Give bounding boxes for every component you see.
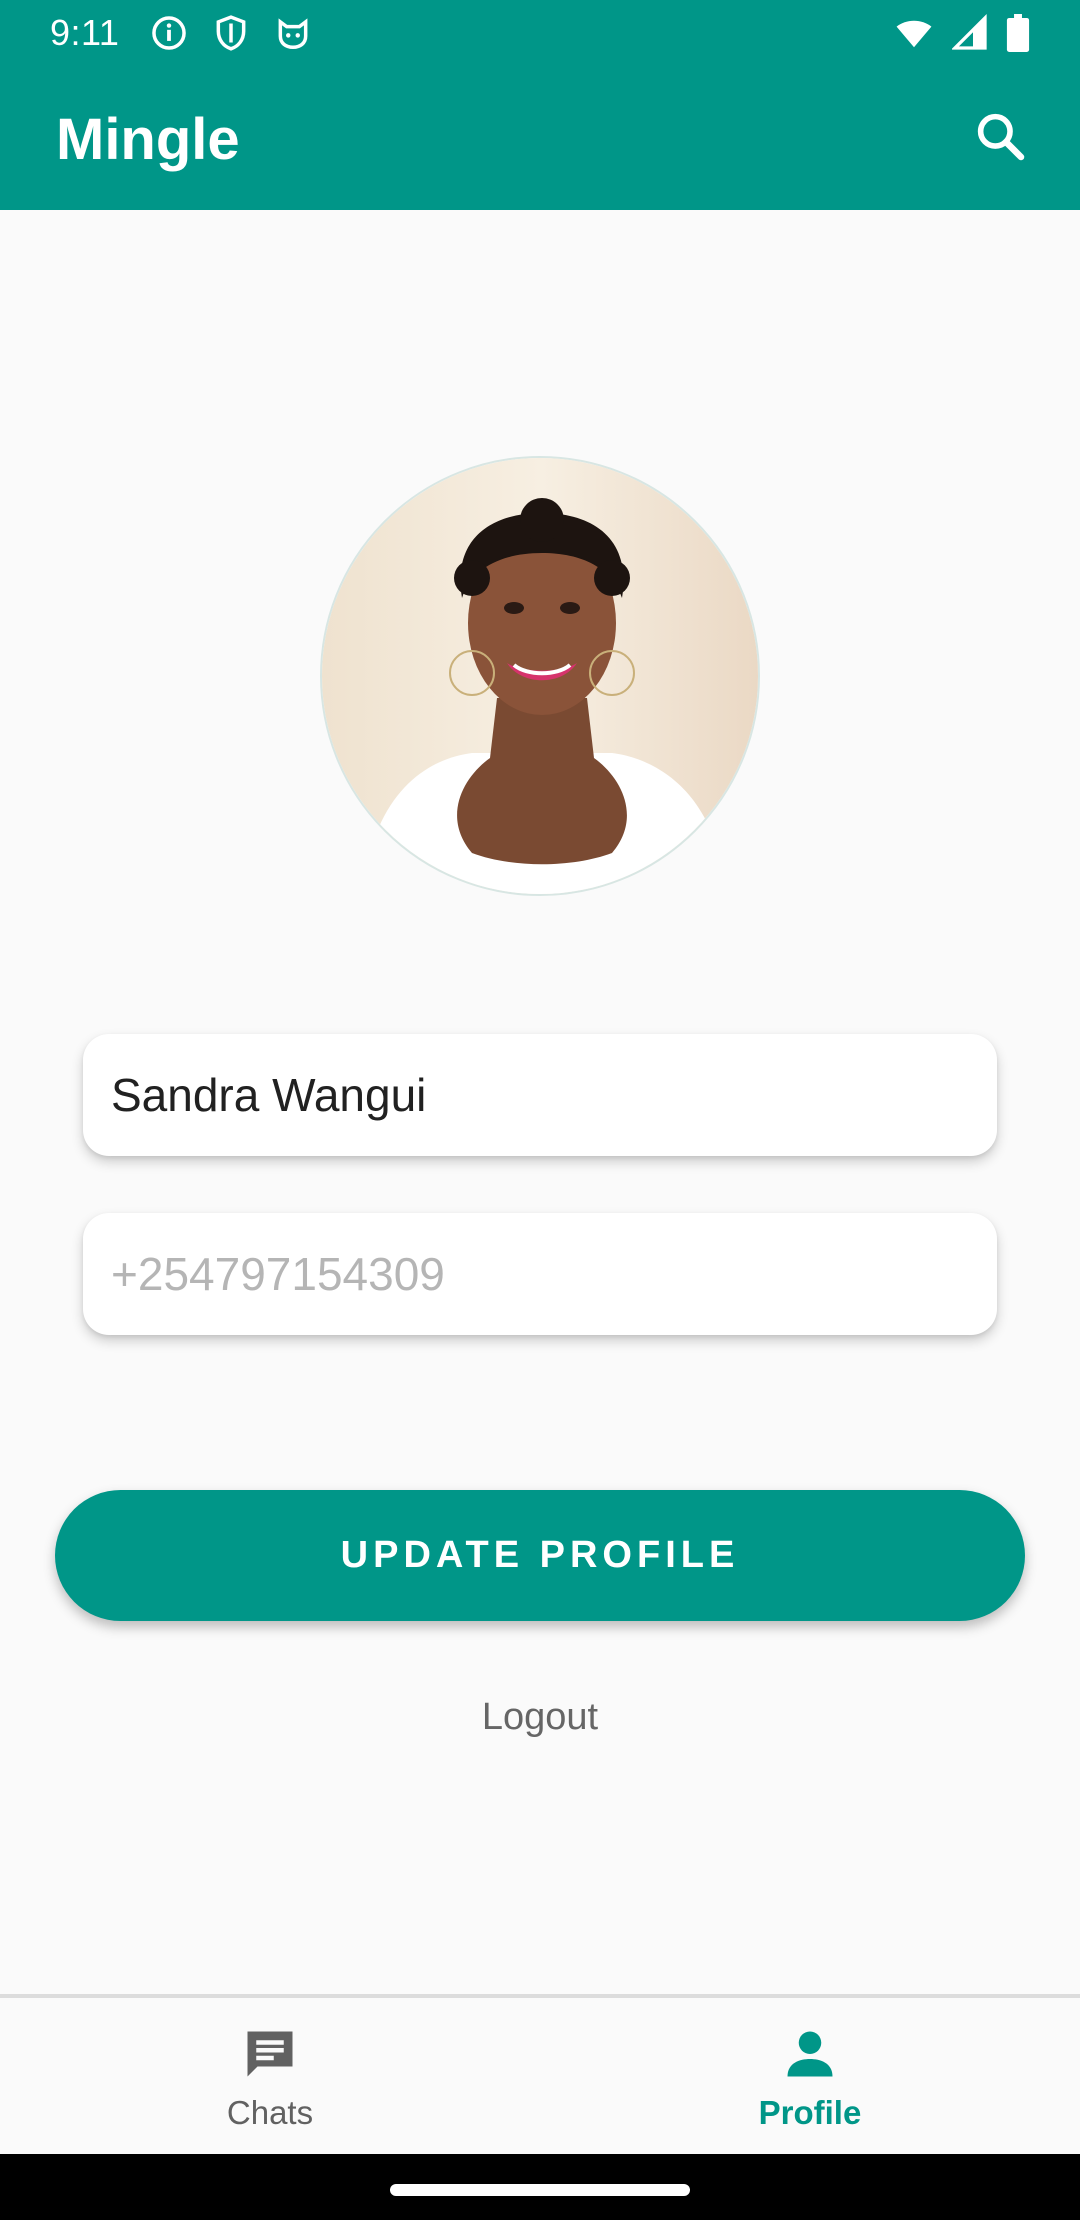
profile-screen: 9:11 Mingle Sandra Wangui +254797154309 … <box>0 0 1080 2220</box>
phone-input[interactable] <box>111 1247 997 1301</box>
app-header: 9:11 Mingle <box>0 0 1080 210</box>
person-icon <box>787 2031 833 2077</box>
update-profile-button[interactable]: UPDATE PROFILE <box>55 1490 1025 1621</box>
nav-label-profile: Profile <box>758 2094 862 2131</box>
search-icon <box>977 113 1025 161</box>
cat-face-icon <box>278 18 308 49</box>
system-navigation-bar <box>0 2154 1080 2220</box>
battery-icon <box>1006 14 1030 52</box>
status-time: 9:11 <box>50 12 120 53</box>
name-field[interactable] <box>83 1034 997 1156</box>
nav-item-chats[interactable]: Chats <box>0 1998 540 2154</box>
nav-label-chats: Chats <box>226 2094 314 2131</box>
name-input[interactable] <box>111 1068 997 1122</box>
profile-avatar[interactable] <box>320 456 760 896</box>
home-gesture-handle[interactable] <box>390 2184 690 2196</box>
chat-icon <box>247 2031 293 2077</box>
bottom-navigation: Chats Profile <box>0 1994 1080 2154</box>
signal-icon <box>952 14 987 50</box>
info-icon <box>152 16 186 50</box>
phone-field[interactable] <box>83 1213 997 1335</box>
avatar-image <box>322 458 758 894</box>
logout-link[interactable]: Logout <box>0 1696 1080 1739</box>
status-right-icons <box>894 14 1030 52</box>
status-bar: 9:11 <box>0 0 1080 66</box>
search-button[interactable] <box>968 104 1032 168</box>
shield-icon <box>216 15 246 51</box>
app-title: Mingle <box>56 107 240 172</box>
wifi-icon <box>896 20 932 48</box>
nav-item-profile[interactable]: Profile <box>540 1998 1080 2154</box>
